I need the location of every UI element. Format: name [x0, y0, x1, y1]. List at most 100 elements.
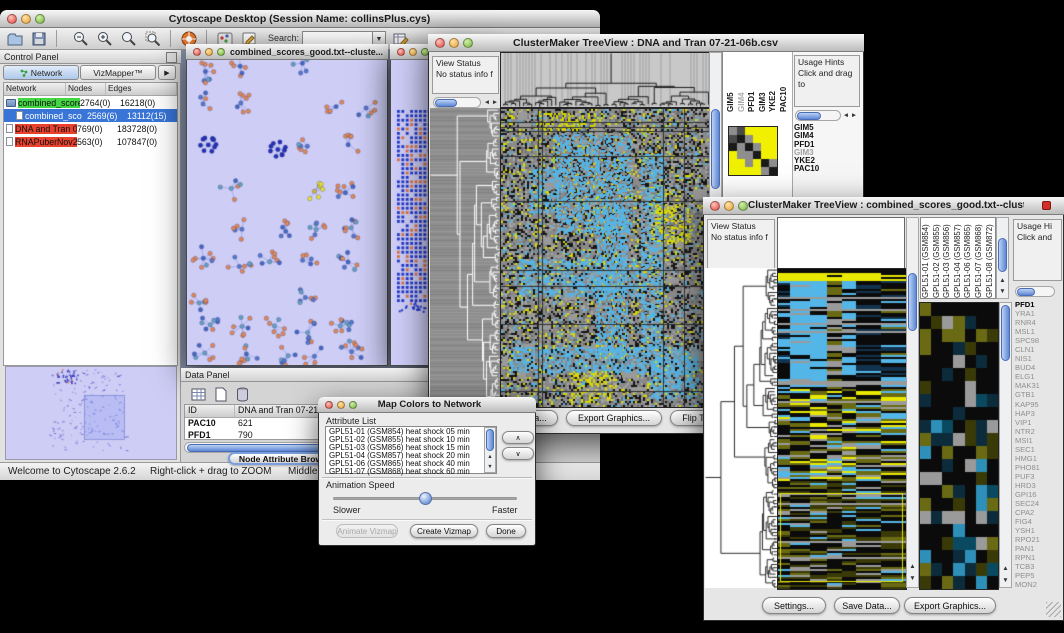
zoom-window-icon[interactable] [35, 14, 45, 24]
gene-label[interactable]: MON2 [1015, 580, 1062, 589]
gene-label[interactable]: PEP5 [1015, 571, 1062, 580]
animation-slider-thumb[interactable] [419, 492, 432, 505]
settings-button[interactable]: Settings... [762, 597, 826, 614]
zoom-selected-button[interactable] [144, 30, 162, 48]
minimize-icon[interactable] [724, 201, 734, 211]
resize-grip[interactable] [1046, 602, 1061, 617]
delete-attribute-button[interactable] [234, 386, 252, 404]
zoom-in-button[interactable] [96, 30, 114, 48]
attribute-item[interactable]: GPL51-03 (GSM856) heat shock 15 min [329, 444, 496, 452]
scroll-right-icon[interactable]: ► [850, 110, 858, 121]
attribute-item[interactable]: GPL51-02 (GSM855) heat shock 10 min [329, 436, 496, 444]
zoom-window-icon[interactable] [738, 201, 748, 211]
network-row[interactable]: DNA and Tran 07769(0)183728(0) [4, 122, 177, 135]
close-icon[interactable] [325, 401, 333, 409]
heatmap-zoom-view[interactable] [728, 126, 778, 176]
gene-label[interactable]: CPA2 [1015, 508, 1062, 517]
gene-label[interactable]: HRD3 [1015, 481, 1062, 490]
gene-label[interactable]: NTR2 [1015, 427, 1062, 436]
heatmap-vscrollbar[interactable] [906, 217, 919, 588]
gene-label[interactable]: RPO21 [1015, 535, 1062, 544]
scroll-up-icon[interactable]: ▲ [484, 452, 496, 462]
view-status-hscrollbar[interactable] [433, 97, 481, 108]
export-graphics-button[interactable]: Export Graphics... [566, 410, 662, 426]
close-icon[interactable] [7, 14, 17, 24]
float-panel-icon[interactable] [166, 52, 177, 63]
minimize-icon[interactable] [409, 48, 417, 56]
network-row[interactable]: combined_scores2764(0)16218(0) [4, 96, 177, 109]
gene-label[interactable]: PAN1 [1015, 544, 1062, 553]
treeview-dna-titlebar[interactable]: ClusterMaker TreeView : DNA and Tran 07-… [428, 34, 864, 52]
scrollbar-thumb[interactable] [187, 444, 325, 452]
close-icon[interactable] [193, 48, 201, 56]
zoom-out-button[interactable] [72, 30, 90, 48]
gene-label[interactable]: SEC1 [1015, 445, 1062, 454]
scrollbar-thumb[interactable] [435, 99, 457, 107]
gene-label[interactable]: FIG4 [1015, 517, 1062, 526]
gene-label[interactable]: RPN1 [1015, 553, 1062, 562]
zoom-fit-button[interactable] [120, 30, 138, 48]
main-titlebar[interactable]: Cytoscape Desktop (Session Name: collins… [0, 10, 600, 28]
gene-label[interactable]: YSH1 [1015, 526, 1062, 535]
gene-label[interactable]: NIS1 [1015, 354, 1062, 363]
zoom-window-icon[interactable] [349, 401, 357, 409]
network-row[interactable]: RNAPuberNov2+563(0)107847(0) [4, 135, 177, 148]
scrollbar-thumb[interactable] [908, 273, 917, 331]
scroll-down-icon[interactable]: ▼ [906, 574, 919, 584]
done-button[interactable]: Done [486, 524, 526, 538]
gene-label[interactable]: TCB3 [1015, 562, 1062, 571]
move-down-button[interactable]: ∨ [502, 447, 534, 460]
column-header-edges[interactable]: Edges [106, 83, 177, 95]
gene-label[interactable]: MSI1 [1015, 436, 1062, 445]
gene-label[interactable]: PFD1 [1015, 300, 1062, 309]
gene-label[interactable]: PUF3 [1015, 472, 1062, 481]
minimize-icon[interactable] [21, 14, 31, 24]
new-attribute-button[interactable] [212, 386, 230, 404]
gene-label[interactable]: ELG1 [1015, 372, 1062, 381]
tab-vizmapper[interactable]: VizMapper™ [80, 65, 156, 80]
scroll-down-icon[interactable]: ▼ [999, 576, 1012, 586]
minimize-icon[interactable] [449, 38, 459, 48]
scroll-left-icon[interactable]: ◄ [842, 110, 850, 121]
close-icon[interactable] [435, 38, 445, 48]
scroll-down-icon[interactable]: ▼ [996, 287, 1009, 297]
gene-label[interactable]: SPC98 [1015, 336, 1062, 345]
zoom-window-icon[interactable] [463, 38, 473, 48]
column-dendrogram[interactable] [500, 52, 711, 108]
row-dendrogram[interactable] [705, 268, 777, 588]
scrollbar-thumb[interactable] [1001, 305, 1010, 361]
gene-label[interactable]: CLN1 [1015, 345, 1062, 354]
network-row[interactable]: combined_sco2569(6)13112(15) [4, 109, 177, 122]
move-up-button[interactable]: ∧ [502, 431, 534, 444]
column-header-network[interactable]: Network [4, 83, 66, 95]
gene-label[interactable]: KAP95 [1015, 400, 1062, 409]
network-view-titlebar[interactable]: combined_scores_good.txt--cluste... [186, 44, 388, 60]
scrollbar-thumb[interactable] [486, 429, 494, 451]
tab-overflow-button[interactable]: ▶ [158, 65, 176, 80]
usage-hints-hscrollbar[interactable] [795, 110, 841, 121]
heatmap-global-view[interactable] [500, 108, 711, 408]
gene-label[interactable]: PHO81 [1015, 463, 1062, 472]
open-session-button[interactable] [6, 30, 24, 48]
attribute-item[interactable]: GPL51-07 (GSM868) heat shock 60 min [329, 468, 496, 476]
scrollbar-thumb[interactable] [711, 109, 720, 189]
gene-label[interactable]: GTB1 [1015, 390, 1062, 399]
scroll-up-icon[interactable]: ▲ [996, 276, 1009, 286]
scroll-left-icon[interactable]: ◄ [483, 97, 491, 108]
attribute-item[interactable]: GPL51-04 (GSM857) heat shock 20 min [329, 452, 496, 460]
gene-label[interactable]: BUD4 [1015, 363, 1062, 372]
minimize-icon[interactable] [205, 48, 213, 56]
minimize-icon[interactable] [337, 401, 345, 409]
gene-label[interactable]: MAK31 [1015, 381, 1062, 390]
close-icon[interactable] [397, 48, 405, 56]
close-icon[interactable] [710, 201, 720, 211]
network-overview-thumbnail[interactable] [5, 366, 177, 460]
attribute-item[interactable]: GPL51-06 (GSM865) heat shock 40 min [329, 460, 496, 468]
gene-label[interactable]: VIP1 [1015, 418, 1062, 427]
scroll-up-icon[interactable]: ▲ [906, 562, 919, 572]
heatmap-global-view[interactable] [777, 268, 907, 590]
gene-label[interactable]: SEC24 [1015, 499, 1062, 508]
column-header-id[interactable]: ID [185, 405, 235, 417]
scrollbar-thumb[interactable] [1017, 288, 1035, 296]
save-data-button[interactable]: Save Data... [834, 597, 900, 614]
